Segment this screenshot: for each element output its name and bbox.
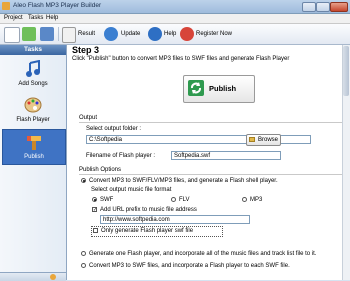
- filename-input[interactable]: Softpedia.swf: [171, 151, 281, 160]
- url-prefix-input[interactable]: http://www.softpedia.com: [100, 215, 250, 224]
- maximize-button[interactable]: [316, 2, 330, 12]
- scrollbar-thumb[interactable]: [343, 46, 349, 96]
- status-icon: [50, 274, 56, 280]
- folder-icon: [249, 137, 255, 142]
- option-convert-each-radio[interactable]: [81, 263, 86, 268]
- publish-options-divider: [79, 174, 349, 175]
- format-swf-label: SWF: [100, 197, 114, 203]
- update-button[interactable]: Update: [121, 31, 140, 37]
- publish-icon: [25, 133, 43, 151]
- open-project-icon[interactable]: [22, 27, 36, 41]
- window-title: Aleo Flash MP3 Player Builder: [13, 2, 102, 9]
- publish-button[interactable]: Publish: [183, 75, 255, 103]
- main-panel: Step 3 Click "Publish" button to convert…: [67, 45, 350, 280]
- format-mp3-radio[interactable]: [242, 197, 247, 202]
- result-icon[interactable]: [62, 27, 76, 43]
- sidebar-item-label: Publish: [24, 154, 44, 160]
- sidebar-item-add-songs[interactable]: Add Songs: [2, 57, 64, 91]
- help-icon[interactable]: [148, 27, 162, 41]
- register-icon[interactable]: [180, 27, 194, 41]
- result-button[interactable]: Result: [78, 31, 95, 37]
- toolbar-separator: [58, 27, 59, 41]
- option-single-player-radio[interactable]: [81, 251, 86, 256]
- close-button[interactable]: [330, 2, 348, 12]
- output-divider: [79, 122, 349, 123]
- option-convert-shell-radio[interactable]: [81, 178, 86, 183]
- publish-options-label: Publish Options: [79, 167, 122, 173]
- format-label: Select output music file format: [91, 187, 172, 193]
- output-section-label: Output: [79, 115, 98, 121]
- update-icon[interactable]: [104, 27, 118, 41]
- format-mp3-label: MP3: [250, 197, 263, 203]
- minimize-button[interactable]: [302, 2, 316, 12]
- format-flv-radio[interactable]: [171, 197, 176, 202]
- url-prefix-checkbox[interactable]: ✓: [92, 207, 97, 213]
- browse-button[interactable]: Browse: [246, 134, 281, 146]
- register-button[interactable]: Register Now: [196, 31, 232, 37]
- sidebar-item-label: Flash Player: [16, 117, 50, 123]
- music-icon: [24, 59, 42, 78]
- only-generate-checkbox[interactable]: [93, 228, 98, 233]
- refresh-icon: [188, 80, 204, 96]
- format-flv-label: FLV: [179, 197, 190, 203]
- menu-project[interactable]: Project: [4, 15, 23, 21]
- sidebar-item-flash-player[interactable]: Flash Player: [2, 93, 64, 127]
- step-title: Step 3: [72, 45, 100, 55]
- sidebar-header: Tasks: [0, 45, 66, 55]
- tasks-sidebar: Tasks Add Songs Flash Player Publish: [0, 45, 67, 280]
- menu-help[interactable]: Help: [46, 15, 58, 21]
- option-convert-shell-label: Convert MP3 to SWF/FLV/MP3 files, and ge…: [89, 178, 278, 184]
- only-generate-label: Only generate Flash player swf file: [101, 228, 194, 234]
- menu-bar: Project Tasks Help: [0, 14, 350, 24]
- app-icon: [2, 2, 10, 10]
- palette-icon: [24, 96, 42, 114]
- url-prefix-label: Add URL prefix to music file address: [100, 207, 197, 213]
- output-folder-label: Select output folder :: [86, 126, 142, 132]
- step-description: Click "Publish" button to convert MP3 fi…: [72, 56, 290, 62]
- publish-label: Publish: [209, 84, 237, 93]
- sidebar-item-label: Add Songs: [18, 81, 48, 87]
- menu-tasks[interactable]: Tasks: [28, 15, 43, 21]
- help-button[interactable]: Help: [164, 31, 176, 37]
- save-project-icon[interactable]: [40, 27, 54, 41]
- new-project-icon[interactable]: [4, 27, 20, 43]
- filename-label: Filename of Flash player :: [86, 153, 156, 159]
- sidebar-item-publish[interactable]: Publish: [2, 129, 66, 165]
- option-convert-each-label: Convert MP3 to SWF files, and incorporat…: [89, 263, 290, 269]
- toolbar: Result Update Help Register Now: [0, 24, 350, 45]
- format-swf-radio[interactable]: [92, 197, 97, 202]
- option-single-player-label: Generate one Flash player, and incorpora…: [89, 251, 317, 257]
- title-bar: Aleo Flash MP3 Player Builder: [0, 0, 350, 14]
- browse-label: Browse: [258, 137, 279, 143]
